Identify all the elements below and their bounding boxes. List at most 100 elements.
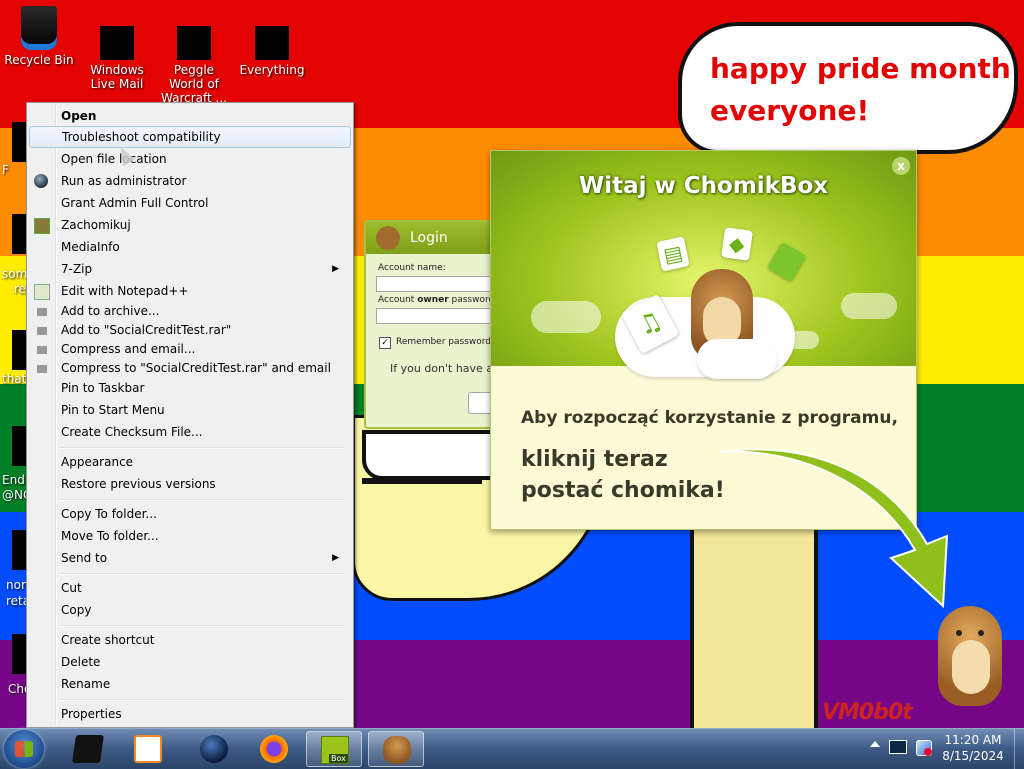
menu-item-label: Open	[61, 109, 97, 123]
menu-item-move-to-folder[interactable]: Move To folder...	[29, 525, 349, 547]
chomikbox-instruction-line1: Aby rozpocząć korzystanie z programu,	[521, 408, 898, 428]
speech-line-2: everyone!	[710, 94, 870, 127]
menu-item-open[interactable]: Open	[29, 105, 349, 127]
menu-item-run-as-administrator[interactable]: Run as administrator	[29, 170, 349, 192]
chomikbox-hero[interactable]: ▤ ◆ ♫ Witaj w ChomikBox x	[491, 151, 916, 379]
menu-item-copy[interactable]: Copy	[29, 599, 349, 621]
chomikbox-instruction-line2b: postać chomika!	[521, 478, 725, 503]
menu-item-label: Move To folder...	[61, 529, 159, 543]
close-icon[interactable]: x	[892, 157, 910, 175]
menu-item-zachomikuj[interactable]: Zachomikuj	[29, 214, 349, 236]
system-clock[interactable]: 11:20 AM 8/15/2024	[936, 732, 1010, 764]
menu-item-edit-with-notepad[interactable]: Edit with Notepad++	[29, 280, 349, 302]
remember-password-checkbox[interactable]: ✓	[379, 337, 391, 349]
menu-item-label: Zachomikuj	[61, 218, 131, 232]
password-label-suffix: password	[448, 295, 495, 305]
menu-item-label: Restore previous versions	[61, 477, 216, 491]
shield-icon	[34, 174, 48, 188]
menu-item-label: Appearance	[61, 455, 134, 469]
desktop-icon-windows-live-mail[interactable]: Windows Live Mail	[79, 6, 155, 91]
desktop-icon-label-partial: nor	[6, 578, 26, 592]
menu-item-copy-to-folder[interactable]: Copy To folder...	[29, 503, 349, 525]
command-prompt-icon	[72, 735, 104, 763]
menu-item-label: Pin to Start Menu	[61, 403, 165, 417]
menu-item-label: Rename	[61, 677, 111, 691]
menu-item-label: Copy To folder...	[61, 507, 157, 521]
desktop-icon-everything[interactable]: Everything	[234, 6, 310, 77]
menu-separator	[59, 447, 345, 449]
globe-browser-icon	[200, 735, 228, 763]
menu-item-restore-previous-versions[interactable]: Restore previous versions	[29, 473, 349, 495]
menu-item-appearance[interactable]: Appearance	[29, 451, 349, 473]
chevron-right-icon: ▶	[332, 264, 339, 274]
winrar-icon	[37, 365, 47, 373]
chomik-hamster-icon	[383, 736, 411, 764]
desktop: happy pride month everyone! Recycle Bin …	[0, 0, 1024, 728]
start-button[interactable]	[4, 730, 44, 768]
cloud-icon	[531, 301, 601, 333]
cloud-icon	[841, 293, 897, 319]
desktop-icon-peggle[interactable]: Peggle World of Warcraft ...	[156, 6, 232, 105]
password-label-prefix: Account	[378, 295, 418, 305]
menu-item-label: Properties	[61, 707, 122, 721]
menu-item-create-checksum-file[interactable]: Create Checksum File...	[29, 421, 349, 443]
taskbar-app-chomikbox[interactable]: Box	[306, 731, 362, 767]
chomik-hamster-icon[interactable]	[938, 606, 1002, 706]
login-title: Login	[410, 230, 448, 246]
desktop-icon-label-partial: som	[2, 267, 28, 281]
menu-item-rename[interactable]: Rename	[29, 673, 349, 695]
network-icon[interactable]	[914, 738, 934, 758]
password-label: Account owner password	[378, 295, 494, 305]
menu-item-label: Copy	[61, 603, 92, 617]
desktop-icon-label: Windows Live Mail	[90, 63, 144, 91]
taskbar-app-chomik[interactable]	[368, 731, 424, 767]
green-arrow-icon	[718, 448, 949, 609]
taskbar-app-firefox[interactable]	[246, 731, 302, 767]
monitor-icon[interactable]	[888, 738, 908, 758]
menu-item-label: Cut	[61, 581, 82, 595]
show-hidden-icons-button[interactable]	[870, 741, 880, 747]
menu-item-delete[interactable]: Delete	[29, 651, 349, 673]
menu-item-grant-admin-full-control[interactable]: Grant Admin Full Control	[29, 192, 349, 214]
winrar-icon	[37, 308, 47, 316]
menu-item-mediainfo[interactable]: MediaInfo	[29, 236, 349, 258]
menu-item-label: Open file location	[61, 152, 167, 166]
chevron-right-icon: ▶	[332, 553, 339, 563]
menu-item-label: Create Checksum File...	[61, 425, 203, 439]
menu-item-cut[interactable]: Cut	[29, 577, 349, 599]
image-file-icon: ▤	[656, 236, 690, 272]
menu-item-7-zip[interactable]: 7-Zip ▶	[29, 258, 349, 280]
menu-item-create-shortcut[interactable]: Create shortcut	[29, 629, 349, 651]
desktop-icon-label-partial: re	[14, 282, 27, 296]
menu-item-send-to[interactable]: Send to ▶	[29, 547, 349, 569]
menu-item-pin-to-taskbar[interactable]: Pin to Taskbar	[29, 377, 349, 399]
menu-item-label: Troubleshoot compatibility	[62, 130, 221, 144]
password-label-bold: owner	[417, 295, 449, 305]
clock-time: 11:20 AM	[944, 733, 1002, 747]
cloud-icon	[697, 339, 777, 379]
menu-item-open-file-location[interactable]: Open file location	[29, 148, 349, 170]
chomik-icon	[34, 218, 50, 234]
chomikbox-badge: Box	[329, 754, 348, 763]
desktop-icon-label-partial: that	[2, 372, 27, 386]
taskbar-app-command-prompt[interactable]	[60, 731, 116, 767]
desktop-icon-recycle-bin[interactable]: Recycle Bin	[1, 6, 77, 67]
winrar-icon	[37, 327, 47, 335]
menu-item-label: Delete	[61, 655, 101, 669]
chomikbox-title: Witaj w ChomikBox	[578, 173, 829, 199]
taskbar-app-media-player[interactable]	[120, 731, 176, 767]
menu-item-label: Grant Admin Full Control	[61, 196, 209, 210]
desktop-icon-label: Everything	[239, 63, 305, 77]
menu-item-compress-to-rar-and-email[interactable]: Compress to "SocialCreditTest.rar" and e…	[29, 357, 349, 379]
menu-separator	[59, 699, 345, 701]
menu-item-label: Run as administrator	[61, 174, 187, 188]
context-menu[interactable]: Open Troubleshoot compatibility Open fil…	[26, 102, 354, 728]
menu-item-troubleshoot-compatibility[interactable]: Troubleshoot compatibility	[29, 126, 351, 148]
menu-item-properties[interactable]: Properties	[29, 703, 349, 725]
menu-item-pin-to-start-menu[interactable]: Pin to Start Menu	[29, 399, 349, 421]
show-desktop-button[interactable]	[1014, 729, 1024, 769]
remember-password-label: Remember password	[396, 337, 491, 347]
taskbar-app-browser[interactable]	[186, 731, 242, 767]
menu-item-label: Pin to Taskbar	[61, 381, 145, 395]
chomik-icon	[376, 226, 400, 250]
